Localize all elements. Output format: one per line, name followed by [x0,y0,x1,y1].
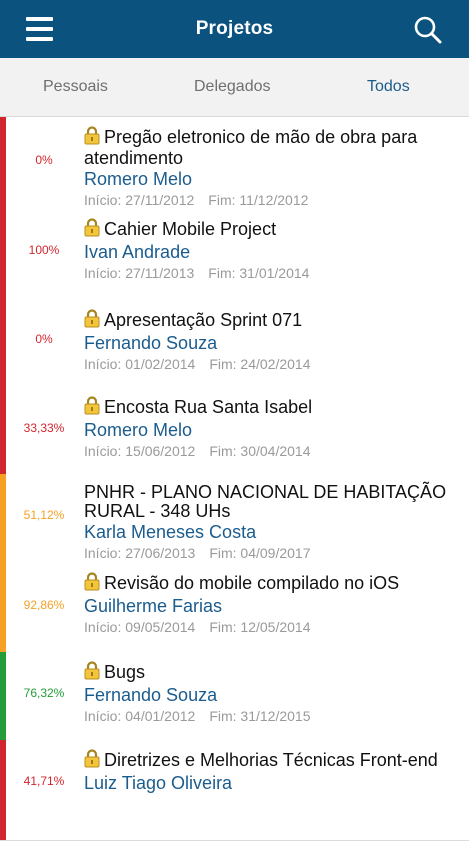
progress-percent: 41,71% [23,774,65,788]
app-bar: Projetos [0,0,469,58]
project-owner: Fernando Souza [84,685,218,705]
tab-delegados[interactable]: Delegados [194,78,271,96]
project-name-line: Apresentação Sprint 071 [84,309,459,332]
status-stripe [0,740,6,840]
start-date: Início: 27/11/2012 [84,192,195,208]
start-date: Início: 27/11/2013 [84,265,195,281]
tab-bar: Pessoais Delegados Todos [0,58,469,117]
project-name-line: PNHR - PLANO NACIONAL DE HABITAÇÃO RURAL… [84,483,459,521]
project-owner: Fernando Souza [84,333,218,353]
lock-icon [84,309,100,332]
project-name: PNHR - PLANO NACIONAL DE HABITAÇÃO RURAL… [84,482,447,521]
project-owner: Ivan Andrade [84,242,191,262]
project-owner: Guilherme Farias [84,596,223,616]
project-name: Cahier Mobile Project [104,219,277,239]
start-date: Início: 04/01/2012 [84,708,196,724]
progress-percent: 0% [35,153,53,167]
progress-percent: 92,86% [23,598,65,612]
project-owner: Luiz Tiago Oliveira [84,773,233,793]
project-name: Diretrizes e Melhorias Técnicas Front-en… [104,750,438,770]
project-dates [84,794,459,814]
start-date: Início: 27/06/2013 [84,545,196,561]
project-name-line: Encosta Rua Santa Isabel [84,396,459,419]
project-row[interactable]: 100% Cahier Mobile Project Ivan Andrade Iní… [0,209,469,299]
lock-icon [84,218,100,241]
end-date: Fim: 04/09/2017 [209,545,311,561]
tab-todos[interactable]: Todos [367,78,410,96]
project-row[interactable]: 51,12% PNHR - PLANO NACIONAL DE HABITAÇÃO… [0,474,469,565]
end-date: Fim: 12/05/2014 [209,619,311,635]
start-date: Início: 01/02/2014 [84,356,196,372]
end-date: Fim: 30/04/2014 [209,443,311,459]
project-name-line: Pregão eletronico de mão de obra para at… [84,126,459,168]
project-owner: Romero Melo [84,169,193,189]
project-name: Pregão eletronico de mão de obra para at… [84,127,418,168]
project-name: Apresentação Sprint 071 [104,310,303,330]
lock-icon [84,572,100,595]
project-owner: Romero Melo [84,420,193,440]
project-name: Revisão do mobile compilado no iOS [104,573,400,593]
lock-icon [84,396,100,419]
project-name: Bugs [104,662,146,682]
project-row[interactable]: 76,32% Bugs Fernando Souza Início: 04/01/20… [0,652,469,741]
end-date: Fim: 31/12/2015 [209,708,311,724]
start-date: Início: 15/06/2012 [84,443,196,459]
start-date: Início: 09/05/2014 [84,619,196,635]
project-name-line: Diretrizes e Melhorias Técnicas Front-en… [84,749,459,772]
project-name: Encosta Rua Santa Isabel [104,397,313,417]
project-dates: Início: 04/01/2012 Fim: 31/12/2015 [84,706,459,726]
end-date: Fim: 11/12/2012 [208,192,309,208]
tab-pessoais[interactable]: Pessoais [43,78,108,96]
lock-icon [84,661,100,684]
end-date: Fim: 24/02/2014 [209,356,311,372]
project-name-line: Cahier Mobile Project [84,218,459,241]
project-row[interactable]: 92,86% Revisão do mobile compilado no iOS… [0,564,469,653]
project-dates: Início: 01/02/2014 Fim: 24/02/2014 [84,354,459,374]
lock-icon [84,126,100,149]
progress-percent: 76,32% [23,686,65,700]
project-dates: Início: 09/05/2014 Fim: 12/05/2014 [84,617,459,637]
end-date: Fim: 31/01/2014 [208,265,310,281]
project-row[interactable]: 33,33% Encosta Rua Santa Isabel Romero Mel… [0,387,469,475]
progress-percent: 33,33% [23,421,65,435]
progress-percent: 100% [28,243,60,257]
project-row[interactable]: 0% Pregão eletronico de mão de obra para … [0,117,469,210]
progress-percent: 51,12% [23,508,65,522]
project-owner: Karla Meneses Costa [84,522,257,542]
project-row[interactable]: 0% Apresentação Sprint 071 Fernando Souza I… [0,298,469,388]
page-title: Projetos [195,18,274,39]
project-dates: Início: 27/06/2013 Fim: 04/09/2017 [84,543,459,563]
search-icon[interactable] [412,14,444,46]
lock-icon [84,749,100,772]
project-dates: Início: 15/06/2012 Fim: 30/04/2014 [84,441,459,461]
project-name-line: Bugs [84,661,459,684]
project-dates: Início: 27/11/2013 Fim: 31/01/2014 [84,263,459,283]
project-name-line: Revisão do mobile compilado no iOS [84,572,459,595]
progress-percent: 0% [35,332,53,346]
project-row[interactable]: 41,71% Diretrizes e Melhorias Técnicas Fr… [0,740,469,841]
project-dates: Início: 27/11/2012 Fim: 11/12/2012 [84,190,459,210]
